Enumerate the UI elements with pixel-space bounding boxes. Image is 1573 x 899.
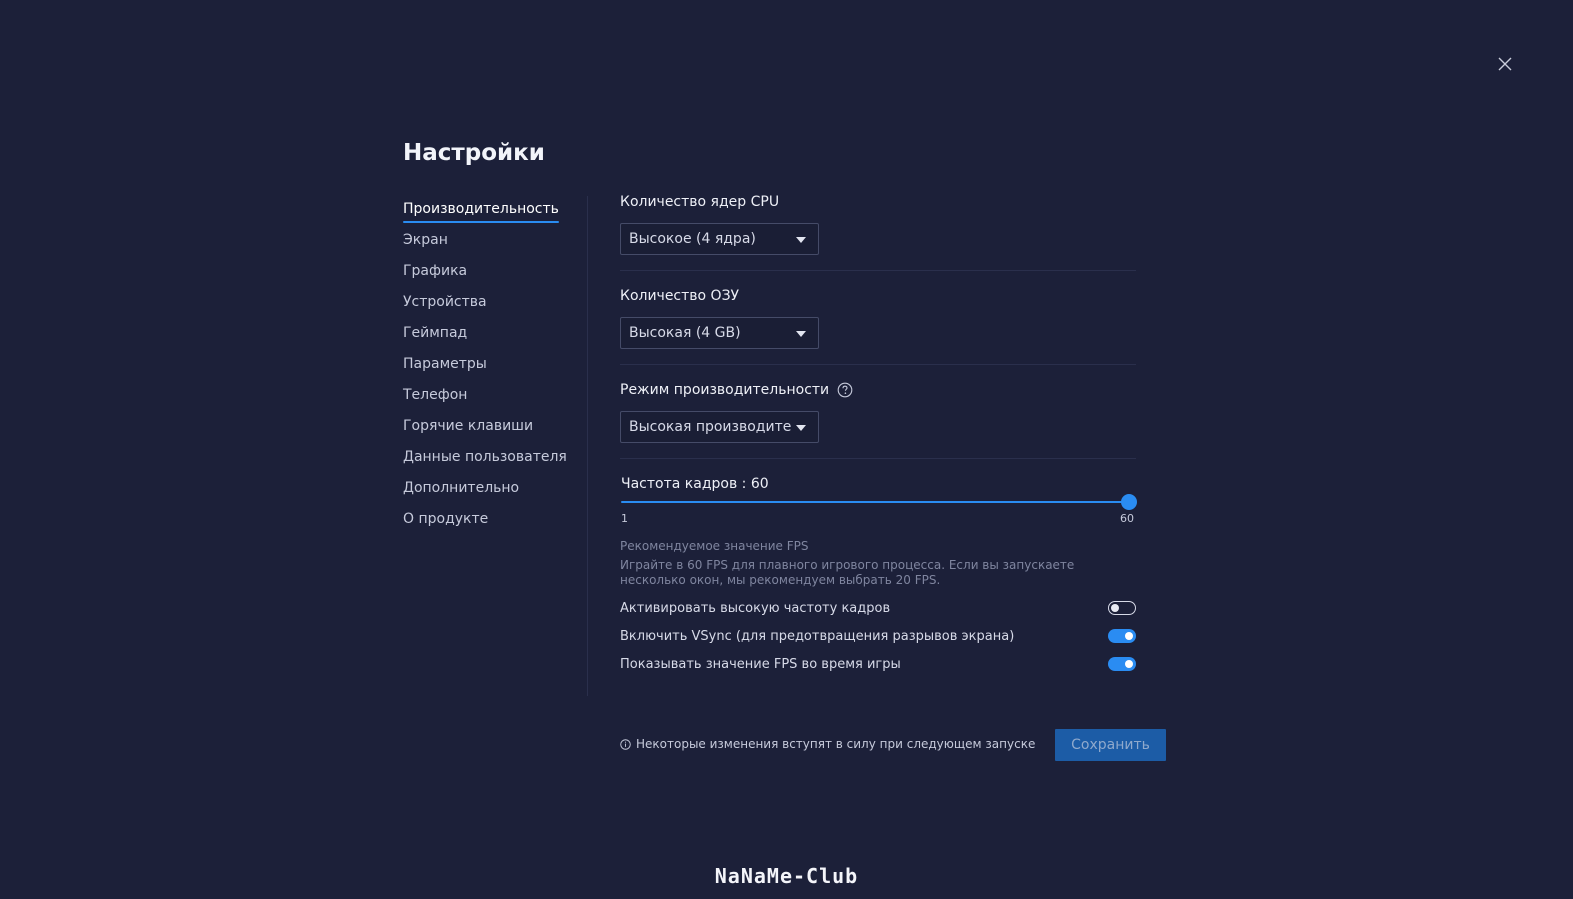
toggle-label: Включить VSync (для предотвращения разры… [620,628,1015,644]
save-button[interactable]: Сохранить [1055,729,1166,761]
ram-value: Высокая (4 GB) [629,325,741,341]
nav-item-label: Геймпад [403,325,468,341]
nav-item-about[interactable]: О продукте [403,508,583,539]
performance-mode-heading: Режим производительности [620,382,853,398]
section-divider [620,458,1136,459]
help-icon[interactable] [837,382,853,398]
nav-item-label: Производительность [403,198,559,223]
fps-hint-text: Играйте в 60 FPS для плавного игрового п… [620,558,1075,587]
watermark-logo: NaNaMe-Club [714,864,859,888]
nav-item-parameters[interactable]: Параметры [403,353,583,384]
nav-item-label: Графика [403,263,468,279]
nav-item-gamepad[interactable]: Геймпад [403,322,583,353]
section-divider [620,270,1136,271]
page-title: Настройки [403,140,545,166]
performance-mode-select[interactable]: Высокая производительность [620,411,819,443]
nav-item-label: Экран [403,232,448,248]
nav-item-phone[interactable]: Телефон [403,384,583,415]
dropdown-caret-icon [796,331,806,337]
nav-item-label: Горячие клавиши [403,418,534,434]
performance-mode-label: Режим производительности [620,382,830,398]
fps-slider-handle[interactable] [1121,494,1137,510]
toggle-label: Показывать значение FPS во время игры [620,656,901,672]
nav-item-label: Телефон [403,387,468,403]
toggle-row-vsync: Включить VSync (для предотвращения разры… [620,626,1136,646]
settings-nav: Производительность Экран Графика Устройс… [403,198,583,539]
toggle-row-high-fps: Активировать высокую частоту кадров [620,598,1136,618]
nav-item-user-data[interactable]: Данные пользователя [403,446,583,477]
section-divider [620,364,1136,365]
cpu-cores-select[interactable]: Высокое (4 ядра) [620,223,819,255]
fps-label: Частота кадров : 60 [621,476,769,492]
high-fps-toggle[interactable] [1108,601,1136,615]
nav-item-screen[interactable]: Экран [403,229,583,260]
nav-item-hotkeys[interactable]: Горячие клавиши [403,415,583,446]
toggle-row-show-fps: Показывать значение FPS во время игры [620,654,1136,674]
fps-min-label: 1 [621,512,628,525]
nav-item-label: О продукте [403,511,489,527]
show-fps-toggle[interactable] [1108,657,1136,671]
close-button[interactable] [1497,56,1513,72]
restart-note: Некоторые изменения вступят в силу при с… [620,737,1035,751]
nav-item-devices[interactable]: Устройства [403,291,583,322]
nav-item-label: Устройства [403,294,487,310]
dropdown-caret-icon [796,237,806,243]
performance-mode-value: Высокая производительность [629,419,791,435]
restart-note-text: Некоторые изменения вступят в силу при с… [636,737,1036,751]
nav-item-advanced[interactable]: Дополнительно [403,477,583,508]
cpu-cores-value: Высокое (4 ядра) [629,231,756,247]
close-icon [1498,57,1512,71]
fps-slider-track[interactable] [621,501,1129,503]
vertical-divider [587,196,588,696]
fps-hint-title: Рекомендуемое значение FPS [620,539,809,553]
nav-item-label: Параметры [403,356,487,372]
nav-item-label: Данные пользователя [403,449,567,465]
dropdown-caret-icon [796,425,806,431]
nav-item-graphics[interactable]: Графика [403,260,583,291]
vsync-toggle[interactable] [1108,629,1136,643]
nav-item-label: Дополнительно [403,480,520,496]
ram-select[interactable]: Высокая (4 GB) [620,317,819,349]
cpu-cores-label: Количество ядер CPU [620,194,780,210]
ram-label: Количество ОЗУ [620,288,740,304]
toggle-label: Активировать высокую частоту кадров [620,600,891,616]
fps-max-label: 60 [1120,512,1134,525]
info-icon [620,738,631,750]
nav-item-performance[interactable]: Производительность [403,198,583,229]
